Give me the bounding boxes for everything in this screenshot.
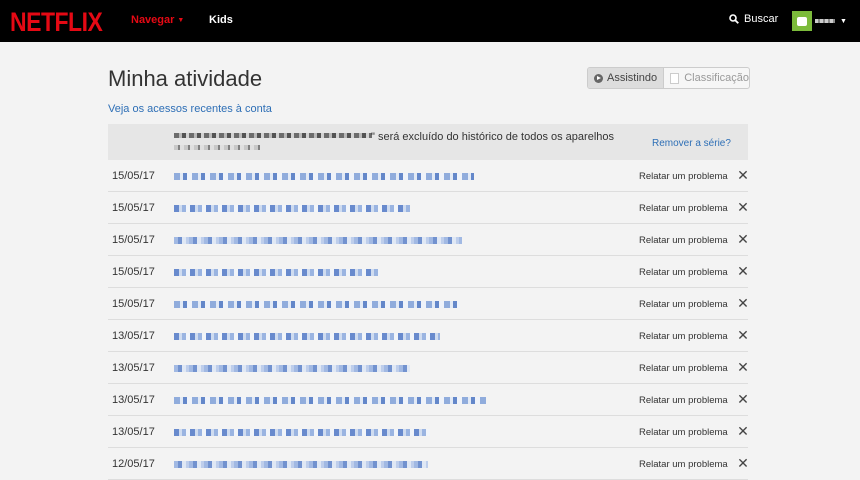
search-label: Buscar [744,13,779,25]
top-nav: NETFLIX Navegar ▼ Kids Buscar ▼ [0,0,860,42]
list-item: 13/05/17 Relatar um problema ✕ [108,320,749,352]
watch-date: 15/05/17 [112,170,155,182]
report-problem-link[interactable]: Relatar um problema [639,299,728,310]
watch-date: 13/05/17 [112,330,155,342]
close-icon[interactable]: ✕ [737,296,749,310]
close-icon[interactable]: ✕ [737,360,749,374]
redacted-title[interactable] [174,365,410,372]
list-item: 13/05/17 Relatar um problema ✕ [108,352,749,384]
watch-date: 13/05/17 [112,362,155,374]
notice-text: " será excluído do histórico de todos os… [371,131,614,143]
watch-date: 15/05/17 [112,202,155,214]
avatar [792,11,812,31]
close-icon[interactable]: ✕ [737,456,749,470]
tab-watching-label: Assistindo [607,72,658,84]
report-problem-link[interactable]: Relatar um problema [639,267,728,278]
play-icon [594,73,603,83]
document-icon [670,72,680,84]
redacted-title[interactable] [174,173,474,180]
list-item: 15/05/17 Relatar um problema ✕ [108,160,749,192]
browse-menu[interactable]: Navegar ▼ [131,14,184,26]
report-problem-link[interactable]: Relatar um problema [639,395,728,406]
browse-label: Navegar [131,14,175,26]
redacted-title[interactable] [174,205,410,212]
netflix-logo[interactable]: NETFLIX [10,7,103,38]
list-item: 15/05/17 Relatar um problema ✕ [108,256,749,288]
redacted-title[interactable] [174,269,380,276]
watch-date: 15/05/17 [112,298,155,310]
list-item: 15/05/17 Relatar um problema ✕ [108,288,749,320]
report-problem-link[interactable]: Relatar um problema [639,235,728,246]
removal-notice: " será excluído do histórico de todos os… [108,124,748,160]
list-item: 15/05/17 Relatar um problema ✕ [108,192,749,224]
report-problem-link[interactable]: Relatar um problema [639,459,728,470]
redacted-title[interactable] [174,397,486,404]
recent-access-link[interactable]: Veja os acessos recentes à conta [108,103,272,115]
watch-date: 15/05/17 [112,234,155,246]
list-item: 15/05/17 Relatar um problema ✕ [108,224,749,256]
kids-link[interactable]: Kids [209,14,233,26]
close-icon[interactable]: ✕ [737,328,749,342]
search-button[interactable]: Buscar [729,13,778,25]
watch-date: 12/05/17 [112,458,155,470]
caret-down-icon: ▼ [840,17,847,25]
close-icon[interactable]: ✕ [737,200,749,214]
report-problem-link[interactable]: Relatar um problema [639,331,728,342]
list-item: 13/05/17 Relatar um problema ✕ [108,416,749,448]
close-icon[interactable]: ✕ [737,392,749,406]
tab-ratings-label: Classificação [684,72,749,84]
activity-list: 15/05/17 Relatar um problema ✕ 15/05/17 … [108,160,749,480]
tab-watching[interactable]: Assistindo [588,68,665,88]
close-icon[interactable]: ✕ [737,232,749,246]
redacted-title-continued [174,145,260,150]
redacted-title [174,133,372,138]
close-icon[interactable]: ✕ [737,168,749,182]
redacted-title[interactable] [174,461,428,468]
remove-series-link[interactable]: Remover a série? [652,138,731,149]
list-item: 12/05/17 Relatar um problema ✕ [108,448,749,480]
report-problem-link[interactable]: Relatar um problema [639,427,728,438]
close-icon[interactable]: ✕ [737,264,749,278]
redacted-title[interactable] [174,301,460,308]
profile-name-redacted [815,19,835,23]
report-problem-link[interactable]: Relatar um problema [639,203,728,214]
search-icon [729,14,739,24]
redacted-title[interactable] [174,237,462,244]
redacted-title[interactable] [174,333,440,340]
redacted-title[interactable] [174,429,430,436]
profile-menu[interactable]: ▼ [792,11,847,31]
close-icon[interactable]: ✕ [737,424,749,438]
watch-date: 13/05/17 [112,394,155,406]
watch-date: 13/05/17 [112,426,155,438]
caret-down-icon: ▼ [177,17,185,24]
report-problem-link[interactable]: Relatar um problema [639,171,728,182]
tab-ratings[interactable]: Classificação [664,68,749,88]
activity-toggle: Assistindo Classificação [587,67,750,89]
report-problem-link[interactable]: Relatar um problema [639,363,728,374]
list-item: 13/05/17 Relatar um problema ✕ [108,384,749,416]
watch-date: 15/05/17 [112,266,155,278]
page-title: Minha atividade [108,66,263,91]
